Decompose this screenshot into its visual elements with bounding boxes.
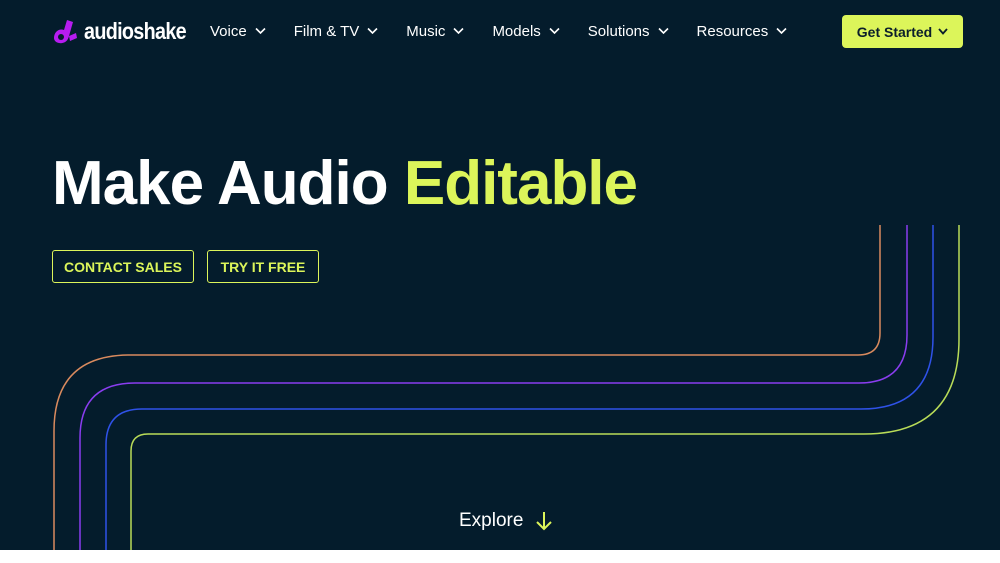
hero-title-accent: Editable [403,149,638,218]
chevron-down-icon [776,27,787,35]
nav-item-label: Film & TV [293,22,360,40]
nav-item-solutions[interactable]: Solutions [588,23,669,40]
contact-sales-label: CONTACT SALES [64,258,182,275]
get-started-button[interactable]: Get Started [842,15,963,48]
audioshake-logo-icon [54,20,77,44]
line-purple [79,225,908,550]
hero-title-main: Make Audio [52,149,404,218]
nav-item-resources[interactable]: Resources [697,23,788,40]
chevron-down-icon [453,27,465,35]
chevron-down-icon [367,27,378,35]
nav-item-label: Solutions [587,22,650,40]
nav-item-voice[interactable]: Voice [210,23,266,40]
top-navigation: audioshake Voice Film & TV Music Models … [0,0,1000,62]
try-it-free-label: TRY IT FREE [220,258,306,275]
get-started-label: Get Started [856,23,933,40]
brand-logo[interactable]: audioshake [50,16,203,46]
hero-title: Make Audio Editable [52,148,638,220]
brand-name: audioshake [84,18,187,44]
nav-item-film-tv[interactable]: Film & TV [294,23,379,40]
nav-item-label: Music [406,22,446,40]
contact-sales-button[interactable]: CONTACT SALES [52,250,194,283]
nav-item-label: Resources [696,22,769,40]
explore-link[interactable]: Explore [459,510,553,532]
try-it-free-button[interactable]: TRY IT FREE [207,250,319,283]
nav-item-label: Voice [210,22,247,40]
nav-item-models[interactable]: Models [492,22,560,40]
explore-label: Explore [459,510,524,531]
page: audioshake Voice Film & TV Music Models … [0,0,1000,550]
chevron-down-icon [657,27,669,35]
nav-item-label: Models [492,22,541,40]
chevron-down-icon [255,27,266,35]
chevron-down-icon [549,27,560,35]
arrow-down-icon [536,512,553,531]
nav-item-music[interactable]: Music [406,22,465,40]
nav-menu: Voice Film & TV Music Models Solutions R… [210,19,815,43]
chevron-down-icon [938,28,948,35]
